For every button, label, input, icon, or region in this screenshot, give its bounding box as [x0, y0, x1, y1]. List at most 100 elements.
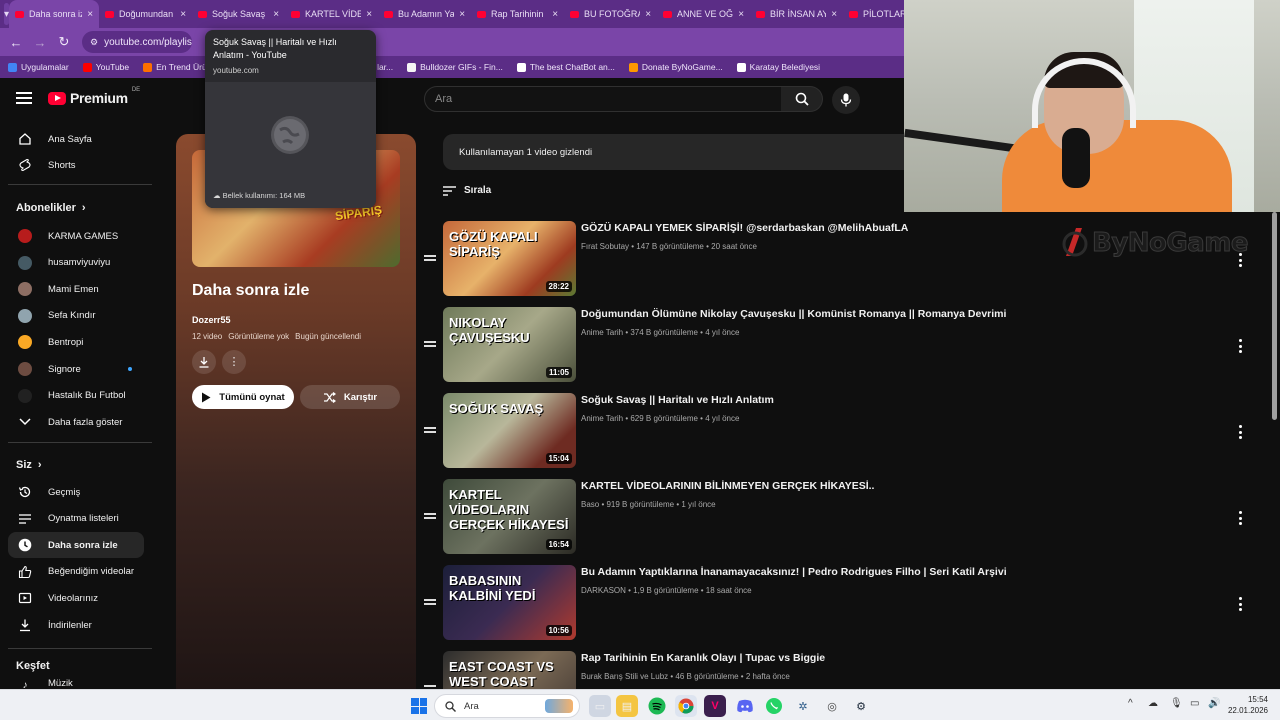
- video-channel[interactable]: Anime Tarih: [581, 414, 623, 423]
- playlist-owner[interactable]: Dozerr55: [192, 315, 231, 325]
- tab-close-icon[interactable]: ×: [87, 9, 93, 20]
- sidebar-subscription-item[interactable]: husamviyuviyu: [8, 250, 144, 276]
- video-thumbnail[interactable]: GÖZÜ KAPALI SİPARİŞ 28:22: [443, 221, 576, 296]
- drag-handle-icon[interactable]: [424, 341, 436, 347]
- youtube-premium-logo[interactable]: Premium DE: [48, 87, 140, 106]
- volume-icon[interactable]: 🔊: [1208, 698, 1220, 709]
- video-channel[interactable]: Baso: [581, 500, 599, 509]
- sidebar-subscription-item[interactable]: Sefa Kındır: [8, 303, 144, 329]
- back-icon[interactable]: ←: [4, 35, 28, 50]
- you-heading[interactable]: Siz ›: [16, 459, 42, 471]
- sidebar-item-playlists[interactable]: Oynatma listeleri: [8, 506, 144, 532]
- sidebar-item-like[interactable]: Beğendiğim videolar: [8, 559, 144, 585]
- download-button[interactable]: [192, 350, 216, 374]
- bookmark-item[interactable]: YouTube: [82, 62, 129, 72]
- tab-close-icon[interactable]: ×: [552, 9, 558, 20]
- bookmark-item[interactable]: Karatay Belediyesi: [736, 62, 820, 72]
- playlist-video-row[interactable]: NIKOLAY ÇAVUŞESKU 11:05 Doğumundan Ölümüne…: [420, 307, 1250, 385]
- taskbar-clock[interactable]: 15:54 22.01.2026: [1228, 694, 1268, 716]
- sidebar-item-watch-later[interactable]: Daha sonra izle: [8, 532, 144, 559]
- tray-overflow-icon[interactable]: ^: [1128, 698, 1133, 709]
- forward-icon[interactable]: →: [28, 35, 52, 50]
- voice-search-button[interactable]: [832, 86, 860, 114]
- browser-tab[interactable]: BU FOTOĞRAF ×: [564, 0, 657, 28]
- browser-tab[interactable]: KARTEL VİDEOLARININ ×: [285, 0, 378, 28]
- tab-close-icon[interactable]: ×: [738, 9, 744, 20]
- site-info-icon[interactable]: ⚙: [90, 37, 98, 48]
- play-all-button[interactable]: Tümünü oynat: [192, 385, 294, 409]
- sort-button[interactable]: Sırala: [443, 185, 491, 196]
- onedrive-icon[interactable]: ☁: [1148, 698, 1158, 709]
- drag-handle-icon[interactable]: [424, 427, 436, 433]
- sidebar-item-download[interactable]: İndirilenler: [8, 612, 144, 638]
- browser-tab[interactable]: Bu Adamın Yaptıklarına ×: [378, 0, 471, 28]
- sidebar-subscription-item[interactable]: KARMA GAMES: [8, 223, 144, 249]
- video-channel[interactable]: Fırat Sobutay: [581, 242, 629, 251]
- video-channel[interactable]: DARKASON: [581, 586, 626, 595]
- sidebar-subscription-item[interactable]: Signore: [8, 356, 144, 382]
- browser-tab[interactable]: ANNE VE OĞUL ×: [657, 0, 750, 28]
- sidebar-item-your-videos[interactable]: Videolarınız: [8, 585, 144, 611]
- tab-close-icon[interactable]: ×: [273, 9, 279, 20]
- editor-app-icon[interactable]: V: [704, 695, 726, 717]
- browser-tab[interactable]: Rap Tarihinin ×: [471, 0, 564, 28]
- show-more-button[interactable]: Daha fazla göster: [8, 409, 144, 435]
- video-more-icon[interactable]: [1238, 511, 1242, 525]
- drag-handle-icon[interactable]: [424, 513, 436, 519]
- more-actions-button[interactable]: ⋮: [222, 350, 246, 374]
- bookmark-item[interactable]: The best ChatBot an...: [516, 62, 615, 72]
- video-thumbnail[interactable]: NIKOLAY ÇAVUŞESKU 11:05: [443, 307, 576, 382]
- task-view-icon[interactable]: ▭: [589, 695, 611, 717]
- tray-microphone-icon[interactable]: 🎙: [1170, 698, 1183, 709]
- drag-handle-icon[interactable]: [424, 255, 436, 261]
- video-channel[interactable]: Anime Tarih: [581, 328, 623, 337]
- browser-tab[interactable]: Soğuk Savaş ×: [192, 0, 285, 28]
- video-title[interactable]: GÖZÜ KAPALI YEMEK SİPARİŞİ! @serdarbaska…: [581, 222, 908, 234]
- playlist-video-row[interactable]: KARTEL VİDEOLARIN GERÇEK HİKAYESİ 16:54 KA…: [420, 479, 1250, 557]
- video-title[interactable]: KARTEL VİDEOLARININ BİLİNMEYEN GERÇEK Hİ…: [581, 480, 874, 492]
- video-more-icon[interactable]: [1238, 597, 1242, 611]
- video-thumbnail[interactable]: SOĞUK SAVAŞ 15:04: [443, 393, 576, 468]
- reload-icon[interactable]: ↻: [52, 34, 76, 50]
- tab-close-icon[interactable]: ×: [366, 9, 372, 20]
- discord-icon[interactable]: [734, 695, 756, 717]
- browser-tab[interactable]: Daha sonra izle ×: [9, 0, 100, 28]
- menu-icon[interactable]: [16, 92, 32, 104]
- obs-icon[interactable]: ◎: [821, 695, 843, 717]
- browser-tab[interactable]: Doğumundan Ölümüne ×: [99, 0, 192, 28]
- bookmark-item[interactable]: Donate ByNoGame...: [628, 62, 723, 72]
- video-title[interactable]: Soğuk Savaş || Haritalı ve Hızlı Anlatım: [581, 394, 774, 406]
- network-app-icon[interactable]: ✲: [792, 695, 814, 717]
- sidebar-item-home[interactable]: Ana Sayfa: [8, 126, 144, 152]
- video-more-icon[interactable]: [1238, 339, 1242, 353]
- tab-close-icon[interactable]: ×: [180, 9, 186, 20]
- subscriptions-heading[interactable]: Abonelikler ›: [16, 202, 86, 214]
- video-title[interactable]: Rap Tarihinin En Karanlık Olayı | Tupac …: [581, 652, 825, 664]
- windows-start-icon[interactable]: [411, 698, 427, 714]
- spotify-icon[interactable]: [646, 695, 668, 717]
- sidebar-subscription-item[interactable]: Bentropi: [8, 329, 144, 355]
- bookmark-item[interactable]: Bulldozer GIFs - Fin...: [407, 62, 503, 72]
- sidebar-item-history[interactable]: Geçmiş: [8, 479, 144, 505]
- search-input[interactable]: Ara: [424, 86, 782, 112]
- video-title[interactable]: Doğumundan Ölümüne Nikolay Çavuşesku || …: [581, 308, 1006, 320]
- sidebar-item-shorts[interactable]: Shorts: [8, 152, 144, 178]
- tab-close-icon[interactable]: ×: [645, 9, 651, 20]
- playlist-video-row[interactable]: SOĞUK SAVAŞ 15:04 Soğuk Savaş || Haritalı …: [420, 393, 1250, 471]
- video-more-icon[interactable]: [1238, 425, 1242, 439]
- file-explorer-icon[interactable]: ▤: [616, 695, 638, 717]
- chrome-icon[interactable]: [675, 695, 697, 717]
- url-field[interactable]: ⚙ youtube.com/playlist?list=WL: [82, 31, 192, 53]
- playlist-video-row[interactable]: BABASININ KALBİNİ YEDİ 10:56 Bu Adamın Yap…: [420, 565, 1250, 643]
- drag-handle-icon[interactable]: [424, 599, 436, 605]
- tab-close-icon[interactable]: ×: [831, 9, 837, 20]
- network-icon[interactable]: ▭: [1190, 698, 1199, 709]
- video-title[interactable]: Bu Adamın Yaptıklarına İnanamayacaksınız…: [581, 566, 1007, 578]
- page-scrollbar[interactable]: [1272, 212, 1277, 420]
- whatsapp-icon[interactable]: [763, 695, 785, 717]
- sidebar-subscription-item[interactable]: Hastalık Bu Futbol: [8, 383, 144, 409]
- browser-tab[interactable]: BİR İNSAN AYNI ×: [750, 0, 843, 28]
- taskbar-search[interactable]: Ara: [434, 694, 580, 718]
- search-button[interactable]: [781, 86, 823, 112]
- bookmark-item[interactable]: Uygulamalar: [8, 62, 69, 72]
